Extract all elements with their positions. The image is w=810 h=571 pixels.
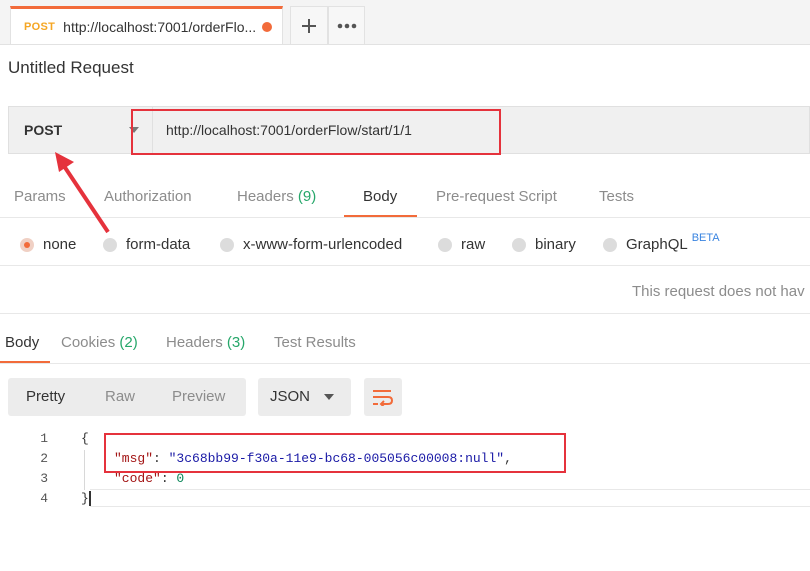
line-number: 1	[40, 431, 48, 446]
json-number: 0	[176, 471, 185, 486]
code-line-1: {	[81, 431, 89, 446]
view-mode-toggle: Pretty Raw Preview	[8, 378, 246, 416]
tab-tests[interactable]: Tests	[599, 188, 634, 205]
radio-label: binary	[535, 236, 576, 253]
tab-count: (2)	[119, 334, 138, 351]
response-tab-test-results[interactable]: Test Results	[274, 334, 356, 351]
code-line-3: "code": 0	[114, 471, 184, 486]
divider	[0, 265, 810, 266]
tab-label: Test Results	[274, 334, 356, 351]
line-number: 4	[40, 491, 48, 506]
line-number: 2	[40, 451, 48, 466]
tab-label: Tests	[599, 188, 635, 205]
body-empty-message: This request does not hav	[632, 283, 805, 300]
response-tab-body[interactable]: Body	[5, 334, 39, 351]
json-key: "code"	[114, 471, 161, 486]
beta-badge: BETA	[691, 231, 720, 244]
url-annotation-box	[131, 109, 501, 155]
tab-count: (3)	[226, 334, 246, 351]
radio-icon	[603, 237, 617, 252]
radio-label: form-data	[126, 236, 191, 253]
brace: }	[81, 491, 89, 506]
tab-label: Body	[363, 188, 398, 205]
method-label: POST	[24, 122, 63, 138]
wrap-lines-button[interactable]	[364, 378, 402, 416]
view-raw-button[interactable]: Raw	[105, 388, 135, 405]
divider	[0, 313, 810, 314]
line-number: 3	[40, 471, 48, 486]
request-tab[interactable]: POST http://localhost:7001/orderFlo...	[10, 6, 283, 44]
request-tab-method: POST	[24, 20, 56, 33]
tab-label: Cookies	[61, 334, 116, 351]
tab-headers[interactable]: Headers (9)	[237, 188, 316, 205]
radio-raw[interactable]: raw	[438, 236, 485, 253]
radio-binary[interactable]: binary	[512, 236, 576, 253]
radio-icon	[438, 237, 452, 252]
view-pretty-button[interactable]: Pretty	[26, 388, 65, 405]
plus-icon	[302, 18, 316, 33]
tab-label: Headers	[166, 334, 223, 351]
tab-body[interactable]: Body	[363, 188, 397, 205]
tab-pre-request-script[interactable]: Pre-request Script	[436, 188, 557, 205]
response-tab-cookies[interactable]: Cookies (2)	[61, 334, 138, 351]
tab-label: Body	[5, 334, 40, 351]
radio-icon	[220, 237, 234, 252]
current-line-highlight	[90, 489, 810, 507]
response-annotation-box	[104, 433, 566, 473]
indent-guide	[84, 450, 85, 490]
radio-icon	[512, 237, 526, 252]
divider	[0, 363, 810, 364]
request-tab-url: http://localhost:7001/orderFlo...	[63, 18, 257, 35]
new-tab-button[interactable]	[290, 6, 328, 44]
ellipsis-icon	[337, 23, 356, 28]
tab-label: Headers	[237, 188, 294, 205]
tab-label: Pre-request Script	[436, 188, 557, 205]
tab-count: (9)	[297, 188, 317, 205]
code-line-4: }	[81, 491, 91, 506]
format-label: JSON	[270, 388, 311, 405]
radio-label: raw	[461, 236, 486, 253]
request-title[interactable]: Untitled Request	[8, 58, 134, 78]
chevron-down-icon	[324, 394, 334, 400]
json-sep: :	[160, 471, 177, 486]
response-tab-headers[interactable]: Headers (3)	[166, 334, 245, 351]
wrap-lines-icon	[373, 390, 394, 406]
unsaved-dot-icon	[262, 21, 273, 32]
divider	[0, 217, 810, 218]
radio-label: x-www-form-urlencoded	[243, 236, 403, 253]
format-select[interactable]: JSON	[258, 378, 351, 416]
radio-selected-icon	[20, 237, 34, 252]
radio-label: GraphQL	[626, 236, 688, 253]
more-tabs-button[interactable]	[328, 6, 365, 44]
radio-x-www-form-urlencoded[interactable]: x-www-form-urlencoded	[220, 236, 402, 253]
annotation-arrow-icon	[55, 152, 110, 234]
brace: {	[81, 431, 89, 446]
view-preview-button[interactable]: Preview	[172, 388, 225, 405]
radio-graphql[interactable]: GraphQL BETA	[603, 232, 720, 253]
